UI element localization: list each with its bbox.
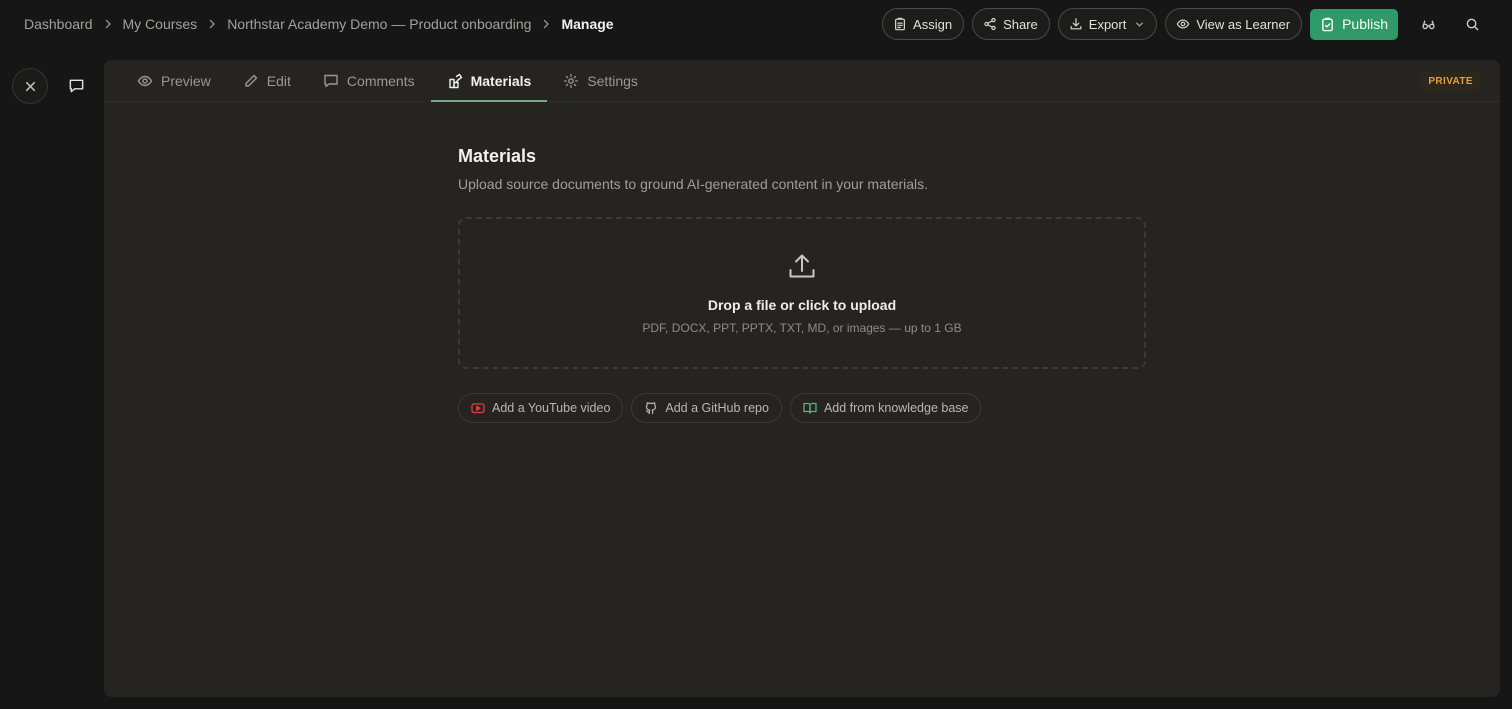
- visibility-badge: PRIVATE: [1420, 71, 1481, 91]
- breadcrumb: Dashboard My Courses Northstar Academy D…: [24, 16, 614, 32]
- view-as-learner-button[interactable]: View as Learner: [1165, 8, 1303, 40]
- eye-icon: [137, 75, 153, 86]
- tab-settings[interactable]: Settings: [547, 60, 654, 101]
- tab-label: Comments: [346, 72, 415, 89]
- comment-icon: [324, 74, 338, 87]
- add-github-label: Add a GitHub repo: [665, 401, 769, 415]
- publish-label: Publish: [1342, 16, 1388, 32]
- glasses-icon: [1421, 20, 1435, 29]
- youtube-icon: [471, 403, 485, 414]
- export-label: Export: [1088, 16, 1127, 32]
- book-icon: [803, 402, 817, 414]
- close-icon: [25, 81, 35, 91]
- pencil-icon: [245, 74, 257, 87]
- add-youtube-label: Add a YouTube video: [492, 401, 611, 415]
- chat-button[interactable]: [58, 68, 94, 102]
- main-panel: Preview Edit Comments Materials Settings…: [104, 60, 1500, 697]
- top-bar: Dashboard My Courses Northstar Academy D…: [0, 0, 1512, 48]
- share-icon: [984, 17, 996, 31]
- assign-button[interactable]: Assign: [882, 8, 965, 40]
- breadcrumb-course[interactable]: Northstar Academy Demo — Product onboard…: [227, 16, 531, 32]
- tab-label: Edit: [266, 72, 291, 89]
- add-youtube-button[interactable]: Add a YouTube video: [458, 393, 624, 423]
- tab-label: Materials: [470, 72, 532, 89]
- tab-materials[interactable]: Materials: [430, 60, 548, 102]
- dropzone-title: Drop a file or click to upload: [707, 297, 897, 313]
- share-button[interactable]: Share: [972, 8, 1050, 40]
- tab-bar: Preview Edit Comments Materials Settings…: [104, 60, 1500, 102]
- export-button[interactable]: Export: [1057, 8, 1158, 40]
- breadcrumb-dashboard[interactable]: Dashboard: [24, 16, 93, 32]
- chevron-down-icon: [1136, 21, 1144, 27]
- clipboard-icon: [895, 17, 906, 31]
- add-knowledge-base-label: Add from knowledge base: [823, 401, 969, 415]
- glasses-button[interactable]: [1412, 8, 1444, 40]
- tab-preview[interactable]: Preview: [121, 60, 227, 101]
- clipboard-check-icon: [1322, 17, 1333, 31]
- page-title: Materials: [458, 146, 537, 166]
- toolbar-actions: Assign Share Export View as Learner Publ…: [882, 8, 1488, 40]
- source-options: Add a YouTube video Add a GitHub repo Ad…: [458, 393, 1146, 423]
- dropzone-hint: PDF, DOCX, PPT, PPTX, TXT, MD, or images…: [642, 321, 962, 335]
- publish-button[interactable]: Publish: [1310, 8, 1398, 40]
- page-subtitle: Upload source documents to ground AI-gen…: [458, 176, 929, 192]
- download-icon: [1070, 18, 1082, 30]
- chevron-right-icon: [102, 18, 114, 30]
- materials-section: Materials Upload source documents to gro…: [458, 146, 1146, 423]
- search-icon: [1466, 18, 1478, 30]
- upload-dropzone[interactable]: Drop a file or click to upload PDF, DOCX…: [458, 217, 1146, 369]
- materials-icon: [448, 73, 462, 88]
- chat-icon: [69, 79, 83, 92]
- chevron-right-icon: [206, 18, 218, 30]
- upload-icon: [789, 254, 815, 278]
- gear-icon: [564, 73, 579, 88]
- view-as-learner-label: View as Learner: [1196, 16, 1291, 32]
- breadcrumb-my-courses[interactable]: My Courses: [123, 16, 198, 32]
- add-knowledge-base-button[interactable]: Add from knowledge base: [789, 393, 982, 423]
- eye-icon: [1177, 19, 1190, 29]
- tab-label: Preview: [161, 72, 211, 89]
- add-github-button[interactable]: Add a GitHub repo: [631, 393, 782, 423]
- share-label: Share: [1003, 16, 1038, 32]
- tab-label: Settings: [587, 72, 638, 89]
- assign-label: Assign: [913, 16, 953, 32]
- breadcrumb-current: Manage: [561, 16, 614, 32]
- chevron-right-icon: [540, 18, 552, 30]
- search-button[interactable]: [1456, 8, 1488, 40]
- github-icon: [646, 402, 657, 415]
- tab-comments[interactable]: Comments: [307, 60, 431, 101]
- close-button[interactable]: [12, 68, 48, 104]
- tab-edit[interactable]: Edit: [227, 60, 307, 101]
